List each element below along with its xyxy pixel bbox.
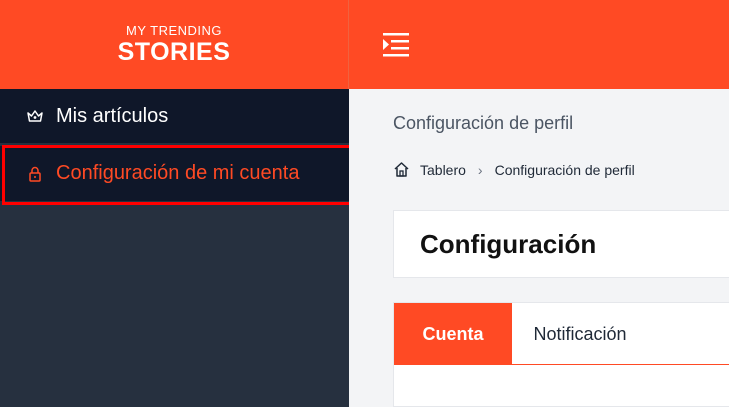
sidebar-item-mis-articulos[interactable]: Mis artículos (0, 89, 349, 143)
brand-logo[interactable]: MY TRENDING STORIES (0, 0, 349, 89)
chevron-right-icon: › (477, 161, 483, 178)
sidebar-item-label: Mis artículos (56, 104, 169, 127)
brand-line-1: MY TRENDING (125, 22, 223, 38)
breadcrumb-current: Configuración de perfil (494, 161, 635, 178)
crown-icon (26, 107, 44, 125)
sidebar: Mis artículos Configuración de mi cuenta (0, 89, 349, 407)
title-card: Configuración (393, 210, 729, 278)
main-content: Configuración de perfil Tablero › Config… (349, 89, 729, 407)
sidebar-item-configuracion-cuenta[interactable]: Configuración de mi cuenta (0, 146, 349, 201)
sidebar-item-label: Configuración de mi cuenta (56, 162, 300, 184)
breadcrumb-home-link[interactable]: Tablero (420, 162, 466, 178)
lock-icon (26, 165, 44, 183)
app: MY TRENDING STORIES Mis artículos Config… (0, 0, 729, 407)
tab-cuenta[interactable]: Cuenta (394, 303, 512, 365)
brand-line-2: STORIES (117, 37, 231, 66)
menu-toggle-icon[interactable] (381, 30, 411, 60)
tabs-card: Cuenta Notificación (393, 302, 729, 407)
breadcrumb: Tablero › Configuración de perfil (393, 161, 635, 178)
tab-notificacion[interactable]: Notificación (512, 303, 648, 365)
top-bar (349, 0, 729, 89)
tab-bar: Cuenta Notificación (394, 303, 729, 365)
home-icon[interactable] (393, 161, 410, 178)
page-heading: Configuración de perfil (393, 113, 574, 133)
card-title: Configuración (420, 229, 597, 259)
